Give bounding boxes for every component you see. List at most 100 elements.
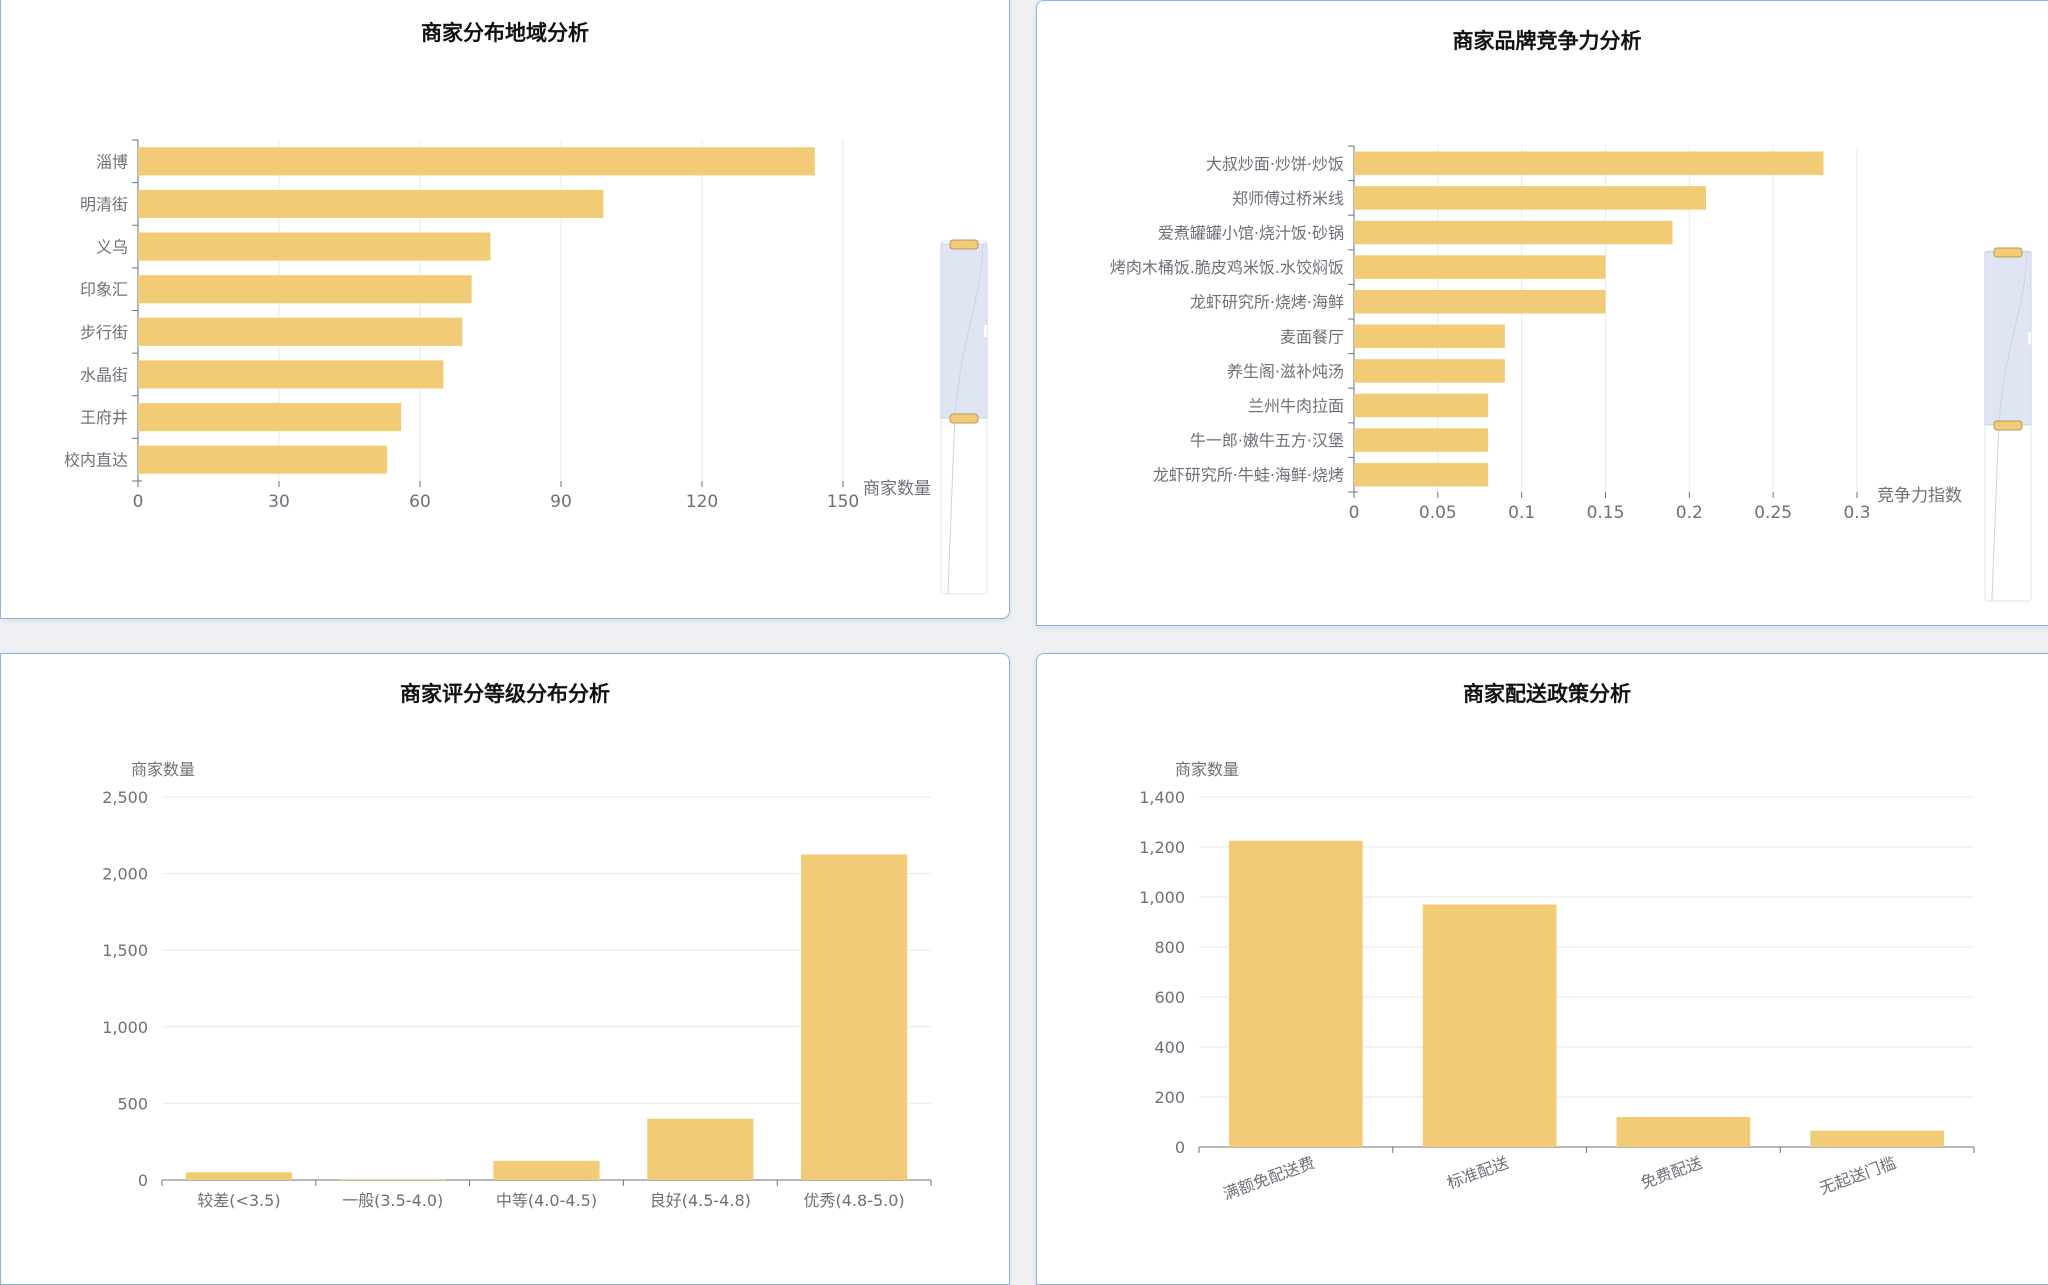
y-tick-label: 2,500 [102,788,148,807]
bar [1354,393,1489,418]
bar [138,402,402,432]
bar [138,189,604,219]
bar [1354,151,1824,176]
y-category-label: 水晶街 [80,365,128,384]
x-tick-label: 120 [686,492,718,512]
x-category-label: 优秀(4.8-5.0) [804,1191,905,1210]
x-category-label: 免费配送 [1638,1153,1705,1193]
bar [185,1172,292,1180]
y-tick-label: 800 [1154,938,1185,957]
bar [138,360,444,389]
datazoom-handle-bottom [1993,420,2023,431]
x-tick-label: 0.3 [1843,503,1870,523]
bar [1616,1117,1751,1147]
bar [1354,428,1489,452]
datazoom-handle-top [949,239,979,250]
x-tick-label: 60 [409,492,431,512]
bar [801,854,908,1180]
y-category-label: 爱煮罐罐小馆·烧汁饭·砂锅 [1158,224,1344,243]
x-axis-title: 竞争力指数 [1877,486,1962,506]
bar [1354,186,1707,210]
delivery-bar-chart: 0 200 400 600 800 1,000 1,200 1,400 满额免配送费 标准配送 免费… [1139,760,1975,1204]
y-tick-label: 1,400 [1139,788,1185,807]
x-tick-label: 0.15 [1587,503,1625,523]
x-category-label: 良好(4.5-4.8) [650,1191,751,1210]
bar [1354,255,1606,279]
region-bar-chart: 0 30 60 90 120 150 淄博明清街义乌印象汇步行街水晶街王府井校内直达商家数量 [64,139,988,595]
rating-bar-chart: 0 500 1,000 1,500 2,000 2,500 较差(<3.5) 一般(3.5-4… [102,760,932,1210]
y-axis-title: 商家数量 [1175,760,1239,779]
y-category-label: 牛一郎·嫩牛五方·汉堡 [1190,431,1344,450]
rating-distribution-panel: 商家评分等级分布分析 0 500 1,000 1,500 2,000 2,500 较差(<3… [0,653,1010,1285]
x-category-label: 一般(3.5-4.0) [342,1191,443,1210]
y-tick-label: 1,500 [102,941,148,960]
y-tick-label: 1,200 [1139,838,1185,857]
y-tick-label: 1,000 [102,1018,148,1037]
bar [647,1118,754,1180]
datazoom-move-handle [2028,332,2031,345]
x-tick-label: 90 [550,492,572,512]
x-tick-label: 0 [1349,503,1360,523]
delivery-policy-panel: 商家配送政策分析 0 200 400 600 800 1,000 1,200 1,400 满额免… [1036,653,2048,1285]
x-tick-label: 150 [827,492,859,512]
y-tick-label: 1,000 [1139,888,1185,907]
bar [493,1160,600,1180]
datazoom-selected-range [940,243,988,419]
y-category-label: 校内直达 [64,451,128,470]
datazoom-selected-range [1984,251,2032,426]
x-tick-label: 0.05 [1419,503,1457,523]
brand-bar-chart: 0 0.05 0.1 0.15 0.2 0.25 0.3 大叔炒面·炒饼·炒饭郑师傅过桥米线爱… [1110,145,2032,602]
x-tick-label: 0.25 [1754,503,1792,523]
bar [1354,220,1673,245]
x-tick-label: 0 [133,492,144,512]
bar [1354,462,1489,487]
bar [1229,840,1363,1147]
y-category-label: 养生阁·滋补炖汤 [1227,362,1344,381]
y-category-label: 王府井 [80,408,128,427]
y-category-label: 义乌 [96,238,128,257]
y-category-label: 麦面餐厅 [1280,327,1344,346]
region-distribution-panel: 商家分布地域分析 0 30 60 90 120 150 淄博 明清街 义乌 印象汇 步行街 水晶街 王府… [0,0,1010,619]
bar [339,1179,446,1180]
bar [138,147,815,176]
x-category-label: 满额免配送费 [1221,1153,1318,1204]
x-tick-label: 0.1 [1508,503,1535,523]
x-category-label: 标准配送 [1444,1153,1511,1193]
x-tick-label: 30 [268,492,290,512]
bar [1422,904,1557,1147]
bar [138,445,388,474]
datazoom-handle-top [1993,247,2023,258]
y-tick-label: 400 [1154,1038,1185,1057]
y-category-label: 明清街 [80,195,128,214]
x-category-label: 较差(<3.5) [197,1191,280,1210]
datazoom-handle-bottom [949,413,979,424]
y-category-label: 烤肉木桶饭.脆皮鸡米饭.水饺焖饭 [1110,258,1344,277]
x-axis-title: 商家数量 [863,479,931,499]
bar [138,232,491,261]
x-tick-label: 0.2 [1676,503,1703,523]
y-category-label: 大叔炒面·炒饼·炒饭 [1206,154,1344,173]
bar [1810,1130,1944,1147]
y-tick-label: 2,000 [102,865,148,884]
y-tick-label: 500 [117,1094,148,1113]
brand-competitiveness-panel: 商家品牌竞争力分析 0 0.05 0.1 0.15 0.2 0.25 0.3 大叔炒面·炒饼·… [1036,0,2048,626]
y-category-label: 龙虾研究所·牛蛙·海鲜·烧烤 [1153,466,1344,485]
y-tick-label: 200 [1154,1088,1185,1107]
y-category-label: 步行街 [80,323,128,342]
y-category-label: 淄博 [96,152,128,171]
datazoom-move-handle [984,325,987,337]
y-category-label: 印象汇 [80,280,128,299]
y-category-label: 龙虾研究所·烧烤·海鲜 [1190,293,1344,312]
y-axis-title: 商家数量 [131,760,195,779]
x-category-label: 无起送门槛 [1817,1153,1899,1198]
y-tick-label: 0 [138,1171,148,1190]
y-tick-label: 600 [1154,988,1185,1007]
bar [1354,359,1505,383]
bar [1354,289,1606,314]
y-category-label: 兰州牛肉拉面 [1248,397,1344,416]
y-category-label: 郑师傅过桥米线 [1232,189,1344,208]
bar [1354,324,1505,349]
bar [138,317,463,346]
x-category-label: 中等(4.0-4.5) [496,1191,597,1210]
bar [138,275,472,304]
